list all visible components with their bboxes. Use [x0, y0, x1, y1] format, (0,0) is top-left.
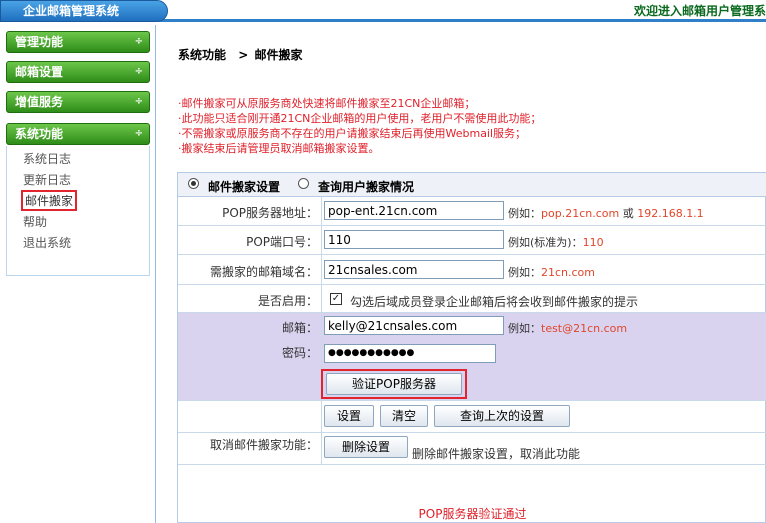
- welcome-text: 欢迎进入邮箱用户管理系: [633, 4, 766, 18]
- row-actions: 设置 清空 查询上次的设置: [178, 401, 766, 433]
- menu-mailbox-settings-label: 邮箱设置: [15, 65, 64, 79]
- notice-line: ·搬家结束后请管理员取消邮箱搬家设置。: [178, 142, 380, 155]
- pop-port-hint: 例如(标准为)：110: [508, 234, 604, 250]
- domain-label: 需搬家的邮箱域名：: [209, 265, 318, 279]
- menu-management-label: 管理功能: [15, 35, 64, 49]
- column-divider: [321, 197, 322, 225]
- column-divider: [321, 433, 322, 464]
- column-divider: [321, 285, 322, 312]
- menu-mailbox-settings[interactable]: 邮箱设置 ÷: [6, 61, 150, 83]
- page-root: 企业邮箱管理系统 欢迎进入邮箱用户管理系 管理功能 ÷ 邮箱设置 ÷ 增值服务 …: [0, 0, 766, 523]
- hint-prefix: 例如：: [508, 322, 541, 335]
- breadcrumb-separator: >: [238, 48, 249, 62]
- menu-system-label: 系统功能: [15, 127, 64, 141]
- menu-value-added-label: 增值服务: [15, 95, 64, 109]
- row-pop-server: POP服务器地址： 例如：pop.21cn.com 或 192.168.1.1: [178, 197, 766, 226]
- pop-server-input[interactable]: [324, 201, 504, 220]
- sidebar-item-update-log[interactable]: 更新日志: [23, 171, 71, 188]
- column-divider: [321, 226, 322, 254]
- column-divider: [321, 401, 322, 432]
- cancel-label: 取消邮件搬家功能：: [209, 438, 318, 452]
- tab-settings[interactable]: 邮件搬家设置: [208, 178, 280, 195]
- breadcrumb: 系统功能 > 邮件搬家: [178, 46, 302, 63]
- hint-prefix: 例如：: [508, 207, 541, 220]
- hint-example: 192.168.1.1: [637, 207, 704, 220]
- sidebar-item-system-log[interactable]: 系统日志: [23, 150, 71, 167]
- menu-value-added[interactable]: 增值服务 ÷: [6, 91, 150, 113]
- enabled-checkbox[interactable]: ✓: [330, 293, 342, 305]
- pop-server-label: POP服务器地址：: [222, 206, 318, 220]
- expand-icon: ÷: [134, 36, 143, 47]
- domain-hint: 例如：21cn.com: [508, 264, 595, 280]
- password-label: 密码：: [281, 346, 318, 360]
- delete-settings-button[interactable]: 删除设置: [324, 436, 408, 458]
- pop-port-label: POP端口号：: [246, 235, 318, 249]
- notice-line: ·此功能只适合刚开通21CN企业邮箱的用户使用，老用户不需使用此功能；: [178, 112, 542, 125]
- row-pop-port: POP端口号： 例如(标准为)：110: [178, 226, 766, 255]
- row-domain: 需搬家的邮箱域名： 例如：21cn.com: [178, 255, 766, 285]
- breadcrumb-root: 系统功能: [178, 48, 227, 62]
- column-divider: [321, 255, 322, 284]
- email-hint: 例如：test@21cn.com: [508, 320, 627, 336]
- hint-prefix: 例如(标准为)：: [508, 236, 583, 249]
- enabled-label: 是否启用：: [257, 294, 318, 308]
- set-button[interactable]: 设置: [324, 405, 374, 427]
- query-last-button[interactable]: 查询上次的设置: [434, 405, 570, 427]
- hint-example: 110: [582, 236, 604, 249]
- sidebar-item-help[interactable]: 帮助: [23, 213, 47, 230]
- collapse-icon: ÷: [134, 128, 143, 139]
- system-submenu: 系统日志 更新日志 邮件搬家 帮助 退出系统: [6, 146, 150, 276]
- pop-port-input[interactable]: [324, 230, 504, 249]
- expand-icon: ÷: [134, 66, 143, 77]
- email-input[interactable]: [324, 316, 504, 335]
- menu-system[interactable]: 系统功能 ÷: [6, 123, 150, 145]
- hint-or: 或: [619, 207, 638, 220]
- app-title: 企业邮箱管理系统: [0, 0, 168, 22]
- verify-result: POP服务器验证通过: [418, 507, 527, 521]
- hint-example: test@21cn.com: [541, 322, 628, 335]
- expand-icon: ÷: [134, 96, 143, 107]
- hint-example: 21cn.com: [541, 266, 596, 279]
- clear-button[interactable]: 清空: [380, 405, 428, 427]
- notice-line: ·不需搬家或原服务商不存在的用户请搬家结束后再使用Webmail服务；: [178, 127, 527, 140]
- hint-prefix: 例如：: [508, 266, 541, 279]
- cancel-text: 删除邮件搬家设置，取消此功能: [412, 447, 581, 461]
- sidebar-item-mail-migration[interactable]: 邮件搬家: [21, 190, 78, 211]
- pop-server-hint: 例如：pop.21cn.com 或 192.168.1.1: [508, 205, 704, 221]
- notice-list: ·邮件搬家可从原服务商处快速将邮件搬家至21CN企业邮箱； ·此功能只适合刚开通…: [178, 96, 738, 156]
- verify-pop-button[interactable]: 验证POP服务器: [326, 373, 462, 395]
- row-enabled: 是否启用： ✓ 勾选后域成员登录企业邮箱后将会收到邮件搬家的提示: [178, 285, 766, 313]
- password-input[interactable]: ●●●●●●●●●●●: [324, 344, 496, 363]
- breadcrumb-current: 邮件搬家: [254, 48, 303, 62]
- radio-settings[interactable]: [188, 178, 199, 189]
- row-cancel: 取消邮件搬家功能： 删除设置 删除邮件搬家设置，取消此功能: [178, 433, 766, 465]
- email-label: 邮箱：: [281, 321, 318, 335]
- menu-management[interactable]: 管理功能 ÷: [6, 31, 150, 53]
- tab-bar: 邮件搬家设置 查询用户搬家情况: [178, 173, 766, 197]
- notice-line: ·邮件搬家可从原服务商处快速将邮件搬家至21CN企业邮箱；: [178, 97, 476, 110]
- credentials-section: 邮箱： 密码： 例如：test@21cn.com ●●●●●●●●●●● 验证P…: [178, 313, 766, 401]
- tab-query[interactable]: 查询用户搬家情况: [318, 178, 414, 195]
- hint-example: pop.21cn.com: [541, 207, 620, 220]
- domain-input[interactable]: [324, 260, 504, 279]
- sidebar: 管理功能 ÷ 邮箱设置 ÷ 增值服务 ÷ 系统功能 ÷ 系统日志 更新日志 邮件…: [0, 25, 156, 523]
- enabled-text: 勾选后域成员登录企业邮箱后将会收到邮件搬家的提示: [350, 295, 639, 309]
- migration-form: 邮件搬家设置 查询用户搬家情况 POP服务器地址： 例如：pop.21cn.co…: [177, 172, 766, 523]
- radio-query[interactable]: [298, 178, 309, 189]
- top-bar: 企业邮箱管理系统 欢迎进入邮箱用户管理系: [0, 0, 766, 22]
- sidebar-item-logout[interactable]: 退出系统: [23, 234, 71, 251]
